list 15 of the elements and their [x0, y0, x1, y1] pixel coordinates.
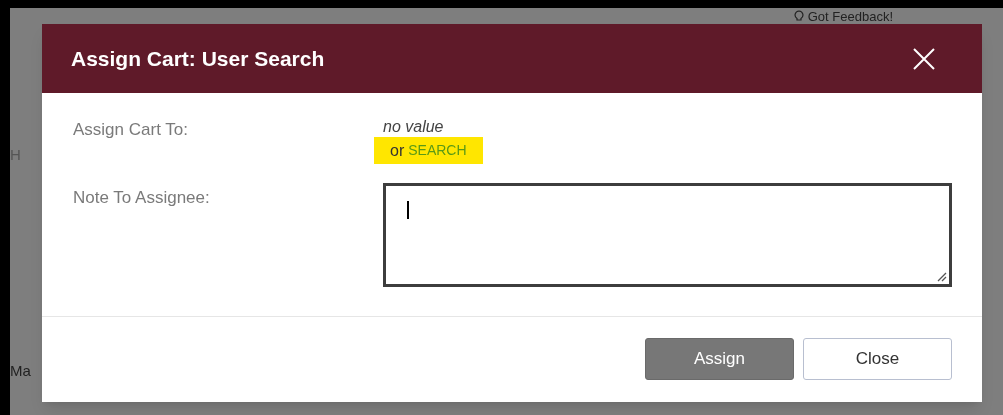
close-button[interactable]: Close: [803, 338, 952, 380]
field-label: Note To Assignee:: [73, 187, 211, 209]
lightbulb-icon: [793, 10, 804, 22]
assign-button[interactable]: Assign: [645, 338, 794, 380]
or-text: or: [390, 140, 405, 161]
text-cursor: [407, 201, 409, 219]
field-label: Assign Cart To:: [73, 119, 189, 141]
search-link[interactable]: SEARCH: [408, 140, 467, 161]
assignee-value: no value: [383, 117, 444, 137]
background-text: Ma: [10, 361, 31, 381]
resize-handle-icon[interactable]: [937, 272, 947, 282]
feedback-link[interactable]: Got Feedback!: [793, 9, 893, 23]
note-field[interactable]: [383, 183, 952, 287]
close-icon[interactable]: [912, 46, 936, 71]
dialog-title: Assign Cart: User Search: [71, 45, 325, 72]
